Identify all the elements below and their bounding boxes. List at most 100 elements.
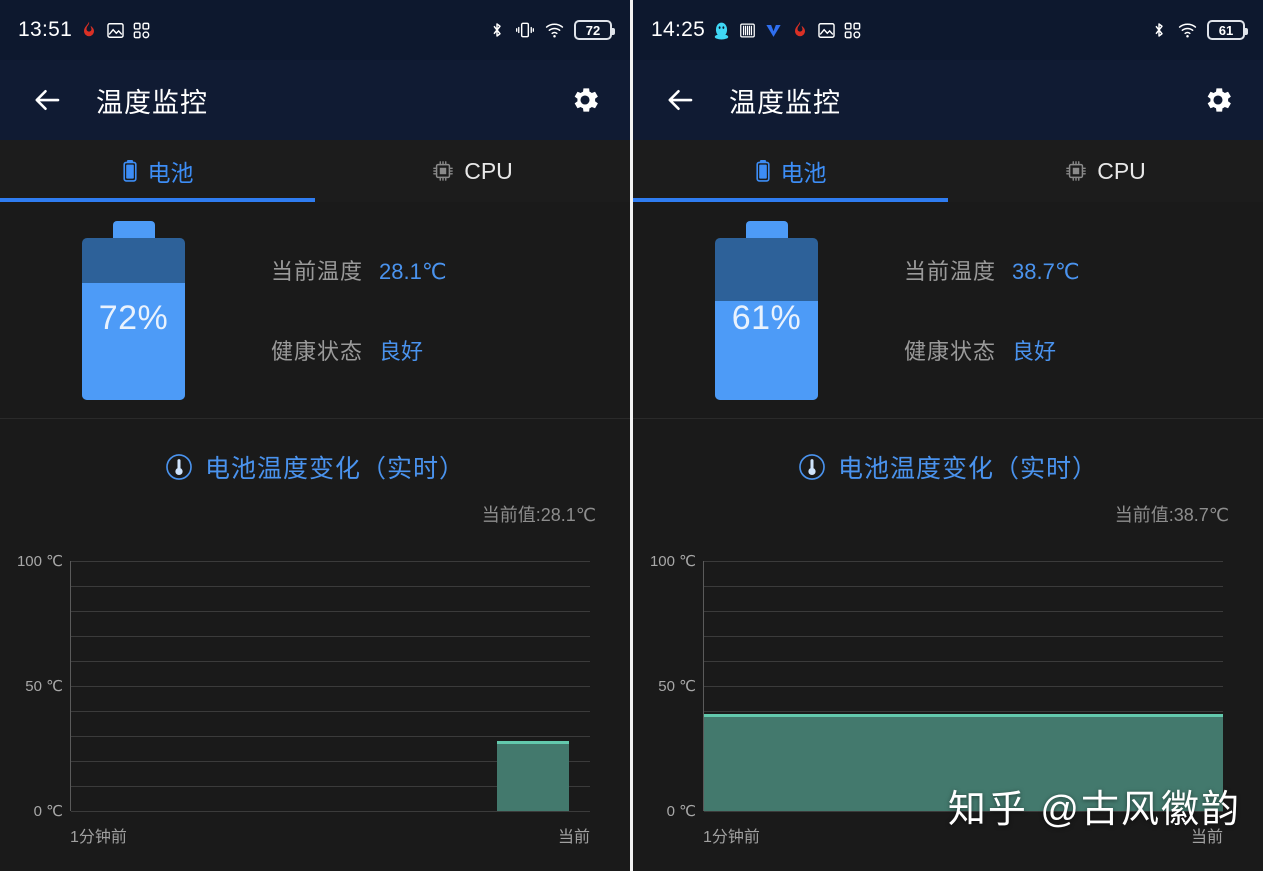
chart-current-value: 当前值:28.1℃ [481, 505, 596, 525]
cpu-chip-icon [1065, 160, 1087, 182]
current-temperature-value: 38.7℃ [1012, 259, 1080, 284]
bluetooth-icon [488, 19, 506, 41]
chart-current-value: 当前值:38.7℃ [1114, 505, 1229, 525]
thermometer-icon [165, 453, 193, 481]
current-temperature-row: 当前温度 28.1℃ [271, 254, 447, 286]
app-bar: 温度监控 [0, 60, 630, 140]
battery-info-list: 当前温度 38.7℃ 健康状态 良好 [904, 254, 1080, 366]
chart-title: 电池温度变化（实时） [837, 455, 1098, 483]
status-bar: 14:25 61 [633, 0, 1263, 60]
phone-screen-right: 14:25 61 温度监控 电池 CPU 61% 当前温度 38.7℃ 健康状态… [633, 0, 1263, 871]
battery-summary-card: 72% 当前温度 28.1℃ 健康状态 良好 [0, 202, 630, 419]
back-arrow-icon[interactable] [659, 78, 703, 122]
chart-plot-area: 100 ℃ 50 ℃ 0 ℃ 1分钟前 当前 [0, 549, 630, 846]
health-status-row: 健康状态 良好 [271, 334, 447, 366]
battery-icon [755, 159, 771, 183]
grid-icon [843, 21, 862, 40]
page-title: 温度监控 [96, 87, 208, 118]
chart-bar [496, 740, 570, 811]
status-bar-right-group: 61 [1150, 19, 1248, 41]
x-tick-end: 当前 [1190, 829, 1223, 846]
battery-nub [112, 220, 155, 238]
battery-body: 61% [715, 237, 818, 400]
y-tick-0: 0 ℃ [33, 803, 63, 820]
wifi-icon [544, 20, 565, 40]
health-status-value: 良好 [379, 339, 424, 364]
gear-icon[interactable] [562, 77, 608, 123]
tab-battery[interactable]: 电池 [0, 140, 315, 202]
wifi-icon [1177, 20, 1198, 40]
status-bar-clock: 13:51 [18, 18, 73, 41]
temperature-chart-card: 电池温度变化（实时） 当前值:38.7℃ 100 ℃ 50 ℃ 0 ℃ 1分钟前… [633, 419, 1263, 867]
barcode-icon [738, 21, 757, 40]
qq-penguin-icon [712, 20, 731, 41]
tab-cpu[interactable]: CPU [315, 140, 630, 202]
chart-title-row: 电池温度变化（实时） [633, 419, 1263, 485]
battery-nub [745, 220, 788, 238]
chart-title: 电池温度变化（实时） [204, 455, 465, 483]
current-temperature-label: 当前温度 [904, 259, 997, 284]
v-logo-icon [764, 21, 783, 40]
app-bar: 温度监控 [633, 60, 1263, 140]
chart-plot: 100 ℃ 50 ℃ 0 ℃ [650, 553, 1223, 820]
flame-icon [790, 20, 810, 40]
phone-screen-left: 13:51 72 温度监控 电池 CPU 72% 当前温度 28.1℃ 健康状态… [0, 0, 630, 871]
bluetooth-icon [1150, 19, 1168, 41]
dual-screenshot-container: 13:51 72 温度监控 电池 CPU 72% 当前温度 28.1℃ 健康状态… [0, 0, 1263, 871]
tab-cpu-label: CPU [1097, 157, 1146, 184]
battery-level-graphic: 61% [715, 220, 818, 400]
flame-icon [79, 20, 99, 40]
health-status-label: 健康状态 [904, 339, 997, 364]
cpu-chip-icon [432, 160, 454, 182]
status-bar: 13:51 72 [0, 0, 630, 60]
battery-summary-card: 61% 当前温度 38.7℃ 健康状态 良好 [633, 202, 1263, 419]
x-tick-start: 1分钟前 [70, 829, 127, 846]
temperature-chart-card: 电池温度变化（实时） 当前值:28.1℃ 100 ℃ 50 ℃ 0 ℃ 1分钟前… [0, 419, 630, 867]
battery-body: 72% [82, 237, 185, 400]
y-tick-0: 0 ℃ [666, 803, 696, 820]
status-battery-badge: 61 [1207, 20, 1248, 40]
gear-icon[interactable] [1195, 77, 1241, 123]
health-status-label: 健康状态 [271, 339, 364, 364]
tab-battery-label: 电池 [147, 160, 194, 186]
chart-title-row: 电池温度变化（实时） [0, 419, 630, 485]
chart-bar [704, 714, 1223, 811]
chart-x-axis: 1分钟前 当前 [703, 823, 1223, 847]
battery-percent-label: 61% [731, 299, 802, 337]
y-tick-100: 100 ℃ [16, 553, 63, 570]
current-temperature-row: 当前温度 38.7℃ [904, 254, 1080, 286]
tab-battery-label: 电池 [780, 160, 827, 186]
grid-icon [132, 21, 151, 40]
tab-battery[interactable]: 电池 [633, 140, 948, 202]
chart-x-axis: 1分钟前 当前 [70, 823, 590, 847]
y-tick-50: 50 ℃ [25, 678, 63, 695]
image-icon [106, 21, 125, 40]
status-bar-left-group: 13:51 [18, 18, 151, 42]
battery-level-graphic: 72% [82, 220, 185, 400]
y-tick-100: 100 ℃ [649, 553, 696, 570]
tab-active-indicator [0, 198, 315, 202]
x-tick-start: 1分钟前 [703, 829, 760, 846]
status-bar-right-group: 72 [488, 19, 615, 41]
current-temperature-label: 当前温度 [271, 259, 364, 284]
current-temperature-value: 28.1℃ [379, 259, 447, 284]
image-icon [817, 21, 836, 40]
chart-plot: 100 ℃ 50 ℃ 0 ℃ [17, 553, 590, 820]
health-status-row: 健康状态 良好 [904, 334, 1080, 366]
battery-info-list: 当前温度 28.1℃ 健康状态 良好 [271, 254, 447, 366]
tab-bar: 电池 CPU [0, 140, 630, 202]
status-bar-left-group: 14:25 [651, 18, 862, 42]
status-battery-badge: 72 [574, 20, 615, 40]
status-bar-clock: 14:25 [651, 18, 706, 41]
battery-icon [122, 159, 138, 183]
back-arrow-icon[interactable] [26, 78, 70, 122]
chart-plot-area: 100 ℃ 50 ℃ 0 ℃ 1分钟前 当前 [633, 549, 1263, 846]
page-title: 温度监控 [729, 87, 841, 118]
x-tick-end: 当前 [557, 829, 590, 846]
y-tick-50: 50 ℃ [658, 678, 696, 695]
vibrate-icon [515, 20, 535, 40]
tab-cpu[interactable]: CPU [948, 140, 1263, 202]
health-status-value: 良好 [1012, 339, 1057, 364]
battery-percent-label: 72% [98, 299, 169, 337]
tab-bar: 电池 CPU [633, 140, 1263, 202]
